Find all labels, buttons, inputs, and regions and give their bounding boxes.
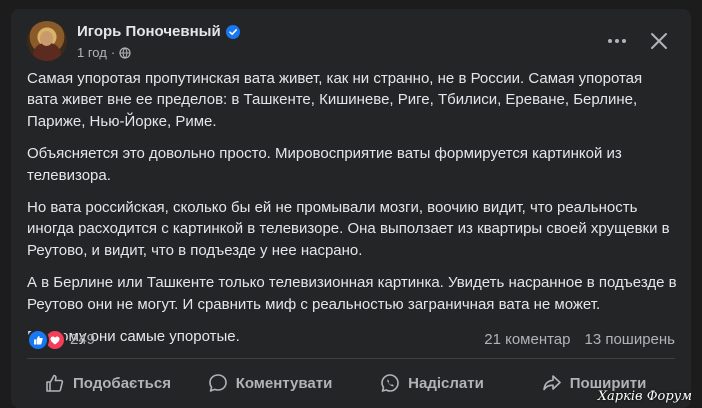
more-dots-icon <box>608 39 626 43</box>
post-header: Игорь Поночевный 1 год · <box>27 21 675 61</box>
whatsapp-icon <box>381 374 399 392</box>
like-label: Подобається <box>73 374 171 392</box>
comment-label: Коментувати <box>235 374 333 392</box>
send-label: Надіслати <box>408 374 484 392</box>
reactions-row: 249 21 коментар 13 поширень <box>27 327 675 351</box>
reaction-count[interactable]: 249 <box>70 331 95 348</box>
post-paragraph: Но вата российская, сколько бы ей не про… <box>27 199 670 259</box>
send-button[interactable]: Надіслати <box>351 365 513 401</box>
post-paragraph: Самая упоротая пропутинская вата живет, … <box>27 70 643 130</box>
close-button[interactable] <box>643 25 675 57</box>
reaction-icons[interactable] <box>27 329 66 351</box>
comment-bubble-icon <box>208 374 227 392</box>
comment-button[interactable]: Коментувати <box>189 365 351 401</box>
post-time[interactable]: 1 год <box>77 45 107 60</box>
post-body: Самая упоротая пропутинская вата живет, … <box>27 68 677 358</box>
post-card: Игорь Поночевный 1 год · Самая упоротая … <box>11 9 691 408</box>
more-options-button[interactable] <box>603 27 631 55</box>
author-avatar[interactable] <box>27 21 67 61</box>
shares-count-link[interactable]: 13 поширень <box>584 331 675 348</box>
close-icon <box>651 33 667 49</box>
post-paragraph: Объясняется это довольно просто. Мировос… <box>27 145 622 184</box>
verified-badge-icon <box>225 24 240 39</box>
post-paragraph: А в Берлине или Ташкенте только телевизи… <box>27 274 677 313</box>
globe-icon <box>119 46 131 59</box>
meta-separator: · <box>110 45 116 60</box>
divider <box>27 358 675 359</box>
like-reaction-icon <box>27 329 49 351</box>
thumbs-up-icon <box>46 374 64 392</box>
watermark: Харків Форум <box>597 389 692 404</box>
action-bar: Подобається Коментувати Надіслати Пошири… <box>27 365 675 401</box>
share-arrow-icon <box>542 375 561 391</box>
author-name[interactable]: Игорь Поночевный <box>77 23 221 40</box>
comments-count-link[interactable]: 21 коментар <box>484 331 570 348</box>
like-button[interactable]: Подобається <box>27 365 189 401</box>
